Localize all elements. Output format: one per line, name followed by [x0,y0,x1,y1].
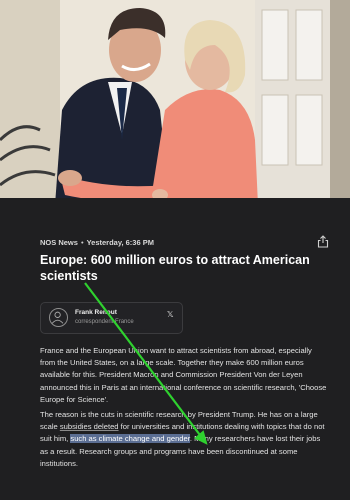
article-paragraph-1: France and the European Union want to at… [40,346,327,404]
article-headline: Europe: 600 million euros to attract Ame… [40,253,310,283]
subsidies-link[interactable]: subsidies deleted [60,422,119,431]
meta-separator: • [80,238,84,247]
share-icon[interactable] [317,235,329,248]
person-avatar-icon [49,308,68,327]
hero-photo [0,0,350,205]
source-name: NOS News [40,238,78,247]
hero-photo-illustration [0,0,350,205]
timestamp: Yesterday, 6:36 PM [86,238,154,247]
article-paragraph-2: The reason is the cuts in scientific res… [40,409,328,470]
author-card[interactable]: Frank Renout correspondent France 𝕏 [40,302,183,334]
x-social-icon[interactable]: 𝕏 [167,310,173,319]
author-name: Frank Renout [75,309,117,316]
selected-text-highlight[interactable]: such as climate change and gender [70,434,190,444]
article-meta: NOS News • Yesterday, 6:36 PM [40,238,154,247]
author-role: correspondent France [75,319,134,325]
